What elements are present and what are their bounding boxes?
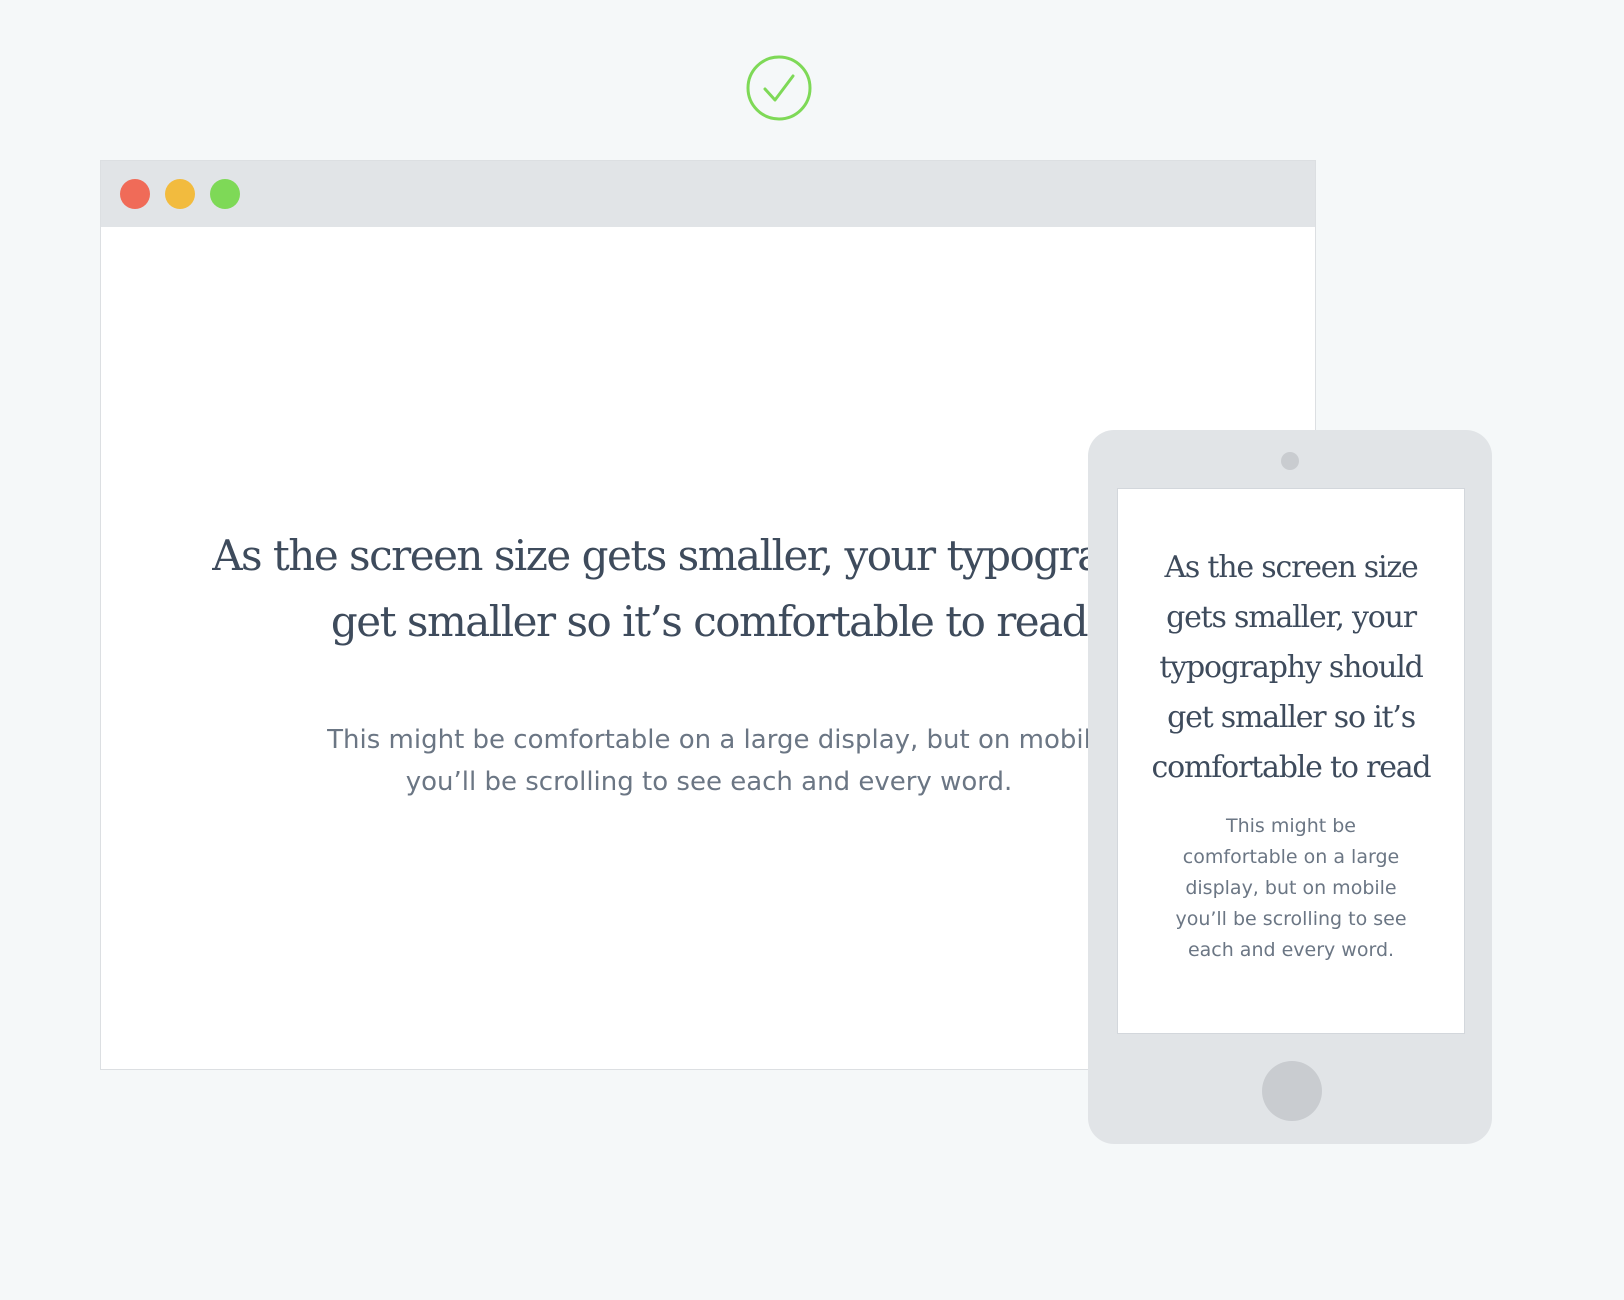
home-button-icon[interactable]: [1262, 1061, 1322, 1121]
maximize-dot-icon[interactable]: [210, 179, 240, 209]
check-circle-icon: [746, 55, 812, 121]
tablet-body-text: This might be comfortable on a large dis…: [1175, 815, 1407, 961]
minimize-dot-icon[interactable]: [165, 179, 195, 209]
tablet-screen: As the screen size gets smaller, your ty…: [1117, 488, 1465, 1034]
close-dot-icon[interactable]: [120, 179, 150, 209]
browser-title-bar: [101, 161, 1315, 227]
tablet-heading: As the screen size gets smaller, your ty…: [1151, 550, 1432, 785]
camera-icon: [1281, 452, 1299, 470]
tablet-mockup: As the screen size gets smaller, your ty…: [1088, 430, 1492, 1144]
